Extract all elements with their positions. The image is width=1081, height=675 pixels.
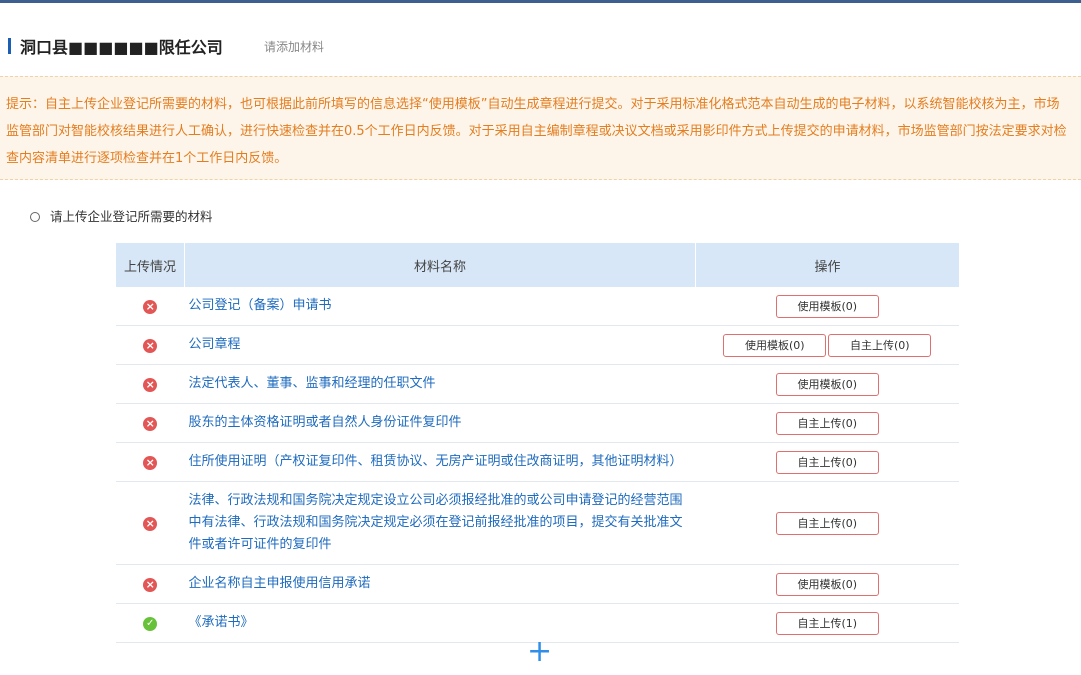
row-status: ×	[116, 287, 185, 326]
use-template-button[interactable]: 使用模板(0)	[775, 294, 879, 318]
row-actions: 自主上传(0)	[695, 442, 959, 482]
use-template-button[interactable]: 使用模板(0)	[723, 333, 827, 357]
material-name: 公司章程	[184, 325, 696, 365]
bullet-circle-icon	[30, 211, 40, 222]
page-header: 洞口县■■■■■■限任公司 请添加材料	[0, 26, 1081, 66]
material-name: 公司登记（备案）申请书	[184, 287, 696, 326]
use-template-button[interactable]: 使用模板(0)	[775, 372, 879, 396]
row-status: ×	[116, 325, 185, 365]
row-actions: 使用模板(0)	[695, 287, 959, 326]
material-name: 法定代表人、董事、监事和经理的任职文件	[184, 364, 696, 404]
company-name: 洞口县■■■■■■限任公司	[20, 38, 223, 57]
table-row: × 公司登记（备案）申请书 使用模板(0)	[116, 287, 959, 326]
material-name: 企业名称自主申报使用信用承诺	[184, 564, 696, 604]
row-actions: 自主上传(0)	[695, 481, 959, 565]
material-name: 住所使用证明（产权证复印件、租赁协议、无房产证明或住改商证明，其他证明材料）	[184, 442, 696, 482]
error-circle-icon: ×	[143, 516, 158, 531]
error-circle-icon: ×	[143, 338, 158, 353]
table-header-row: 上传情况 材料名称 操作	[116, 243, 959, 287]
row-status: ✓	[116, 603, 185, 643]
plus-icon[interactable]: +	[527, 637, 552, 667]
table-row: × 股东的主体资格证明或者自然人身份证件复印件 自主上传(0)	[116, 403, 959, 443]
error-circle-icon: ×	[143, 299, 158, 314]
section-title-text: 请上传企业登记所需要的材料	[50, 209, 213, 224]
row-actions: 使用模板(0) 自主上传(0)	[695, 325, 959, 365]
self-upload-button[interactable]: 自主上传(1)	[775, 611, 879, 635]
error-circle-icon: ×	[143, 577, 158, 592]
row-actions: 使用模板(0)	[695, 364, 959, 404]
self-upload-button[interactable]: 自主上传(0)	[775, 511, 879, 535]
title-accent-bar	[8, 38, 11, 54]
add-material-hint: 请添加材料	[264, 40, 325, 54]
notice-panel: 提示：自主上传企业登记所需要的材料，也可根据此前所填写的信息选择“使用模板”自动…	[0, 76, 1081, 180]
row-actions: 自主上传(1)	[695, 603, 959, 643]
use-template-button[interactable]: 使用模板(0)	[775, 572, 879, 596]
material-name: 股东的主体资格证明或者自然人身份证件复印件	[184, 403, 696, 443]
section-title: 请上传企业登记所需要的材料	[30, 206, 213, 225]
self-upload-button[interactable]: 自主上传(0)	[775, 450, 879, 474]
row-status: ×	[116, 481, 185, 565]
header-ops: 操作	[695, 243, 959, 287]
row-status: ×	[116, 442, 185, 482]
row-status: ×	[116, 403, 185, 443]
material-name: 法律、行政法规和国务院决定规定设立公司必须报经批准的或公司申请登记的经营范围中有…	[184, 481, 696, 565]
error-circle-icon: ×	[143, 455, 158, 470]
table-row: × 法律、行政法规和国务院决定规定设立公司必须报经批准的或公司申请登记的经营范围中…	[116, 481, 959, 565]
table-row: × 住所使用证明（产权证复印件、租赁协议、无房产证明或住改商证明，其他证明材料） 自…	[116, 442, 959, 482]
error-circle-icon: ×	[143, 377, 158, 392]
header-name: 材料名称	[184, 243, 696, 287]
self-upload-button[interactable]: 自主上传(0)	[828, 333, 932, 357]
material-name: 《承诺书》	[184, 603, 696, 643]
row-actions: 使用模板(0)	[695, 564, 959, 604]
row-status: ×	[116, 364, 185, 404]
top-border	[0, 0, 1081, 3]
table-row: × 法定代表人、董事、监事和经理的任职文件 使用模板(0)	[116, 364, 959, 404]
notice-text: 提示：自主上传企业登记所需要的材料，也可根据此前所填写的信息选择“使用模板”自动…	[6, 97, 1067, 166]
table-row: × 企业名称自主申报使用信用承诺 使用模板(0)	[116, 564, 959, 604]
row-status: ×	[116, 564, 185, 604]
row-actions: 自主上传(0)	[695, 403, 959, 443]
table-row: × 公司章程 使用模板(0) 自主上传(0)	[116, 325, 959, 365]
self-upload-button[interactable]: 自主上传(0)	[775, 411, 879, 435]
check-circle-icon: ✓	[143, 617, 158, 631]
error-circle-icon: ×	[143, 416, 158, 431]
header-status: 上传情况	[116, 243, 185, 287]
materials-table: 上传情况 材料名称 操作 × 公司登记（备案）申请书 使用模板(0) × 公司章程 使用模…	[116, 243, 959, 643]
